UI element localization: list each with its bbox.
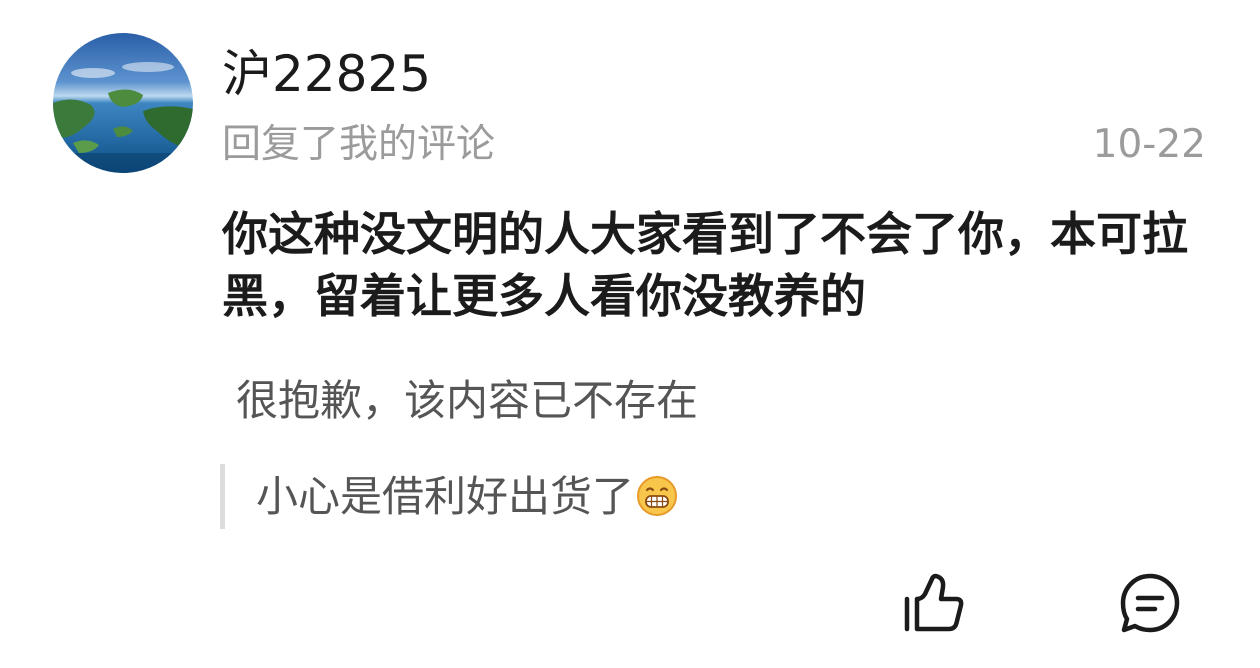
grinning-face-emoji-icon bbox=[637, 475, 678, 516]
quote-bar bbox=[220, 464, 225, 529]
comment-bubble-icon bbox=[1120, 573, 1180, 633]
like-button[interactable] bbox=[898, 569, 968, 639]
quoted-comment[interactable]: 小心是借利好出货了 bbox=[220, 464, 678, 529]
reply-button[interactable] bbox=[1115, 569, 1185, 639]
quoted-comment-text: 小心是借利好出货了 bbox=[256, 470, 678, 524]
avatar[interactable] bbox=[53, 33, 193, 173]
deleted-content-notice: 很抱歉，该内容已不存在 bbox=[236, 376, 699, 425]
quoted-comment-content: 小心是借利好出货了 bbox=[256, 471, 635, 521]
username[interactable]: 沪22825 bbox=[222, 42, 431, 106]
reply-text[interactable]: 你这种没文明的人大家看到了不会了你，本可拉黑，留着让更多人看你没教养的 bbox=[222, 203, 1222, 327]
island-landscape-avatar-icon bbox=[53, 33, 193, 173]
timestamp: 10-22 bbox=[1092, 122, 1206, 167]
thumbs-up-icon bbox=[904, 573, 964, 632]
reply-subtitle: 回复了我的评论 bbox=[222, 122, 496, 167]
